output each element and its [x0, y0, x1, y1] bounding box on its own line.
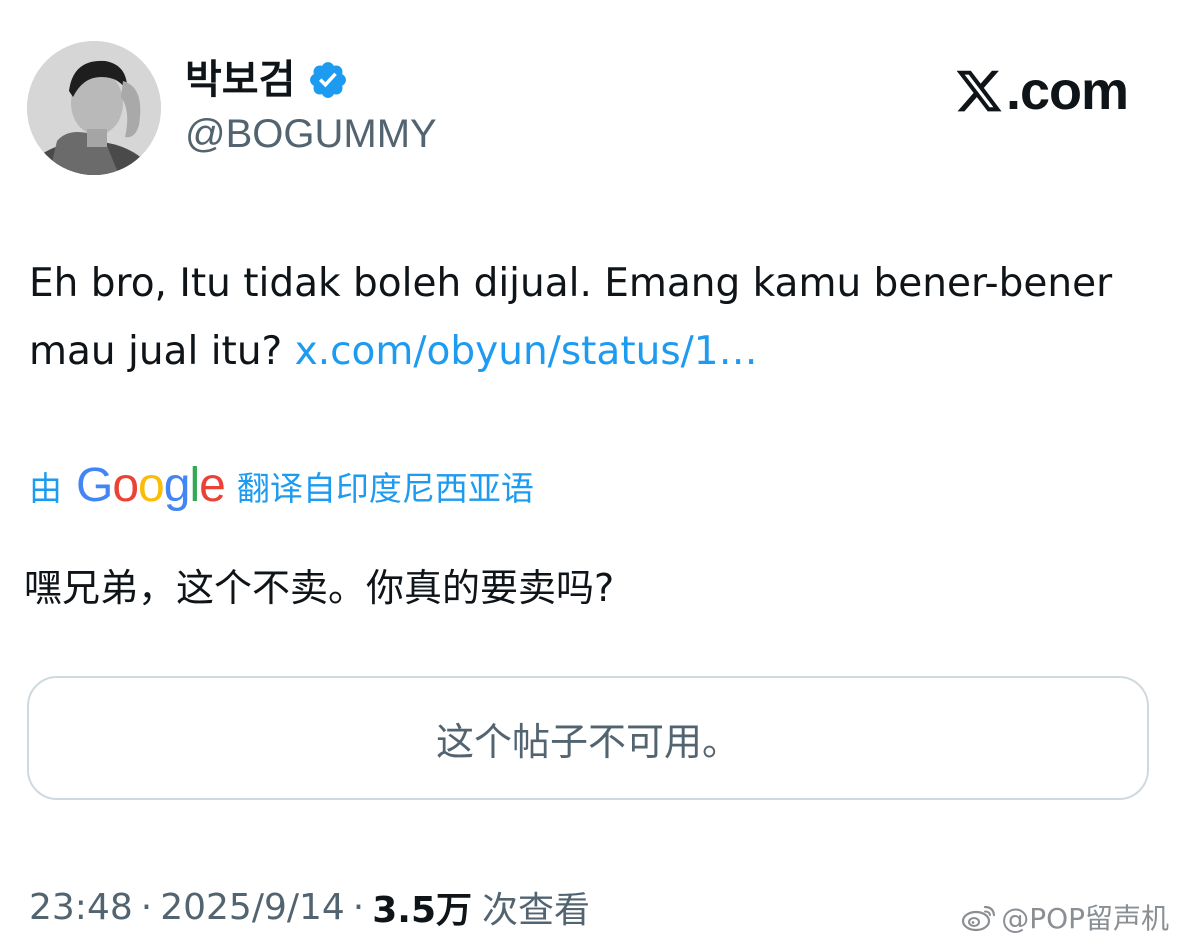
site-logo: .com: [954, 58, 1129, 124]
translation-attribution[interactable]: 由 Google 翻译自印度尼西亚语: [29, 458, 534, 514]
translated-text: 嘿兄弟，这个不卖。你真的要卖吗?: [24, 566, 615, 610]
display-name[interactable]: 박보검: [185, 52, 295, 108]
x-logo-icon: [956, 70, 1002, 112]
post-date[interactable]: 2025/9/14: [160, 887, 345, 928]
handle[interactable]: @BOGUMMY: [185, 110, 437, 158]
views-count: 3.5万: [372, 890, 473, 931]
avatar[interactable]: [27, 41, 161, 175]
weibo-icon: [962, 905, 996, 932]
meta-separator: ·: [140, 886, 153, 928]
translation-by-label: 由: [29, 469, 62, 508]
quoted-post-unavailable-message: 这个帖子不可用。: [435, 719, 740, 764]
tweet-text: Eh bro, Itu tidak boleh dijual. Emang ka…: [29, 250, 1149, 386]
watermark-text: @POP留声机: [1001, 902, 1169, 935]
translated-from-label[interactable]: 翻译自印度尼西亚语: [237, 462, 534, 510]
watermark: @POP留声机: [961, 896, 1169, 938]
display-name-row[interactable]: 박보검: [185, 52, 349, 108]
site-logo-text: .com: [1005, 61, 1129, 121]
profile-photo: [27, 41, 161, 175]
post-time[interactable]: 23:48: [29, 887, 133, 928]
verified-badge-icon: [310, 62, 347, 98]
post-meta: 23:48 · 2025/9/14 · 3.5万 次查看: [29, 880, 590, 934]
meta-separator: ·: [352, 886, 365, 928]
tweet-link[interactable]: x.com/obyun/status/1…: [295, 329, 758, 374]
google-logo: Google: [76, 459, 226, 512]
views-label: 次查看: [482, 890, 591, 931]
quoted-post-card[interactable]: 这个帖子不可用。: [27, 676, 1149, 800]
